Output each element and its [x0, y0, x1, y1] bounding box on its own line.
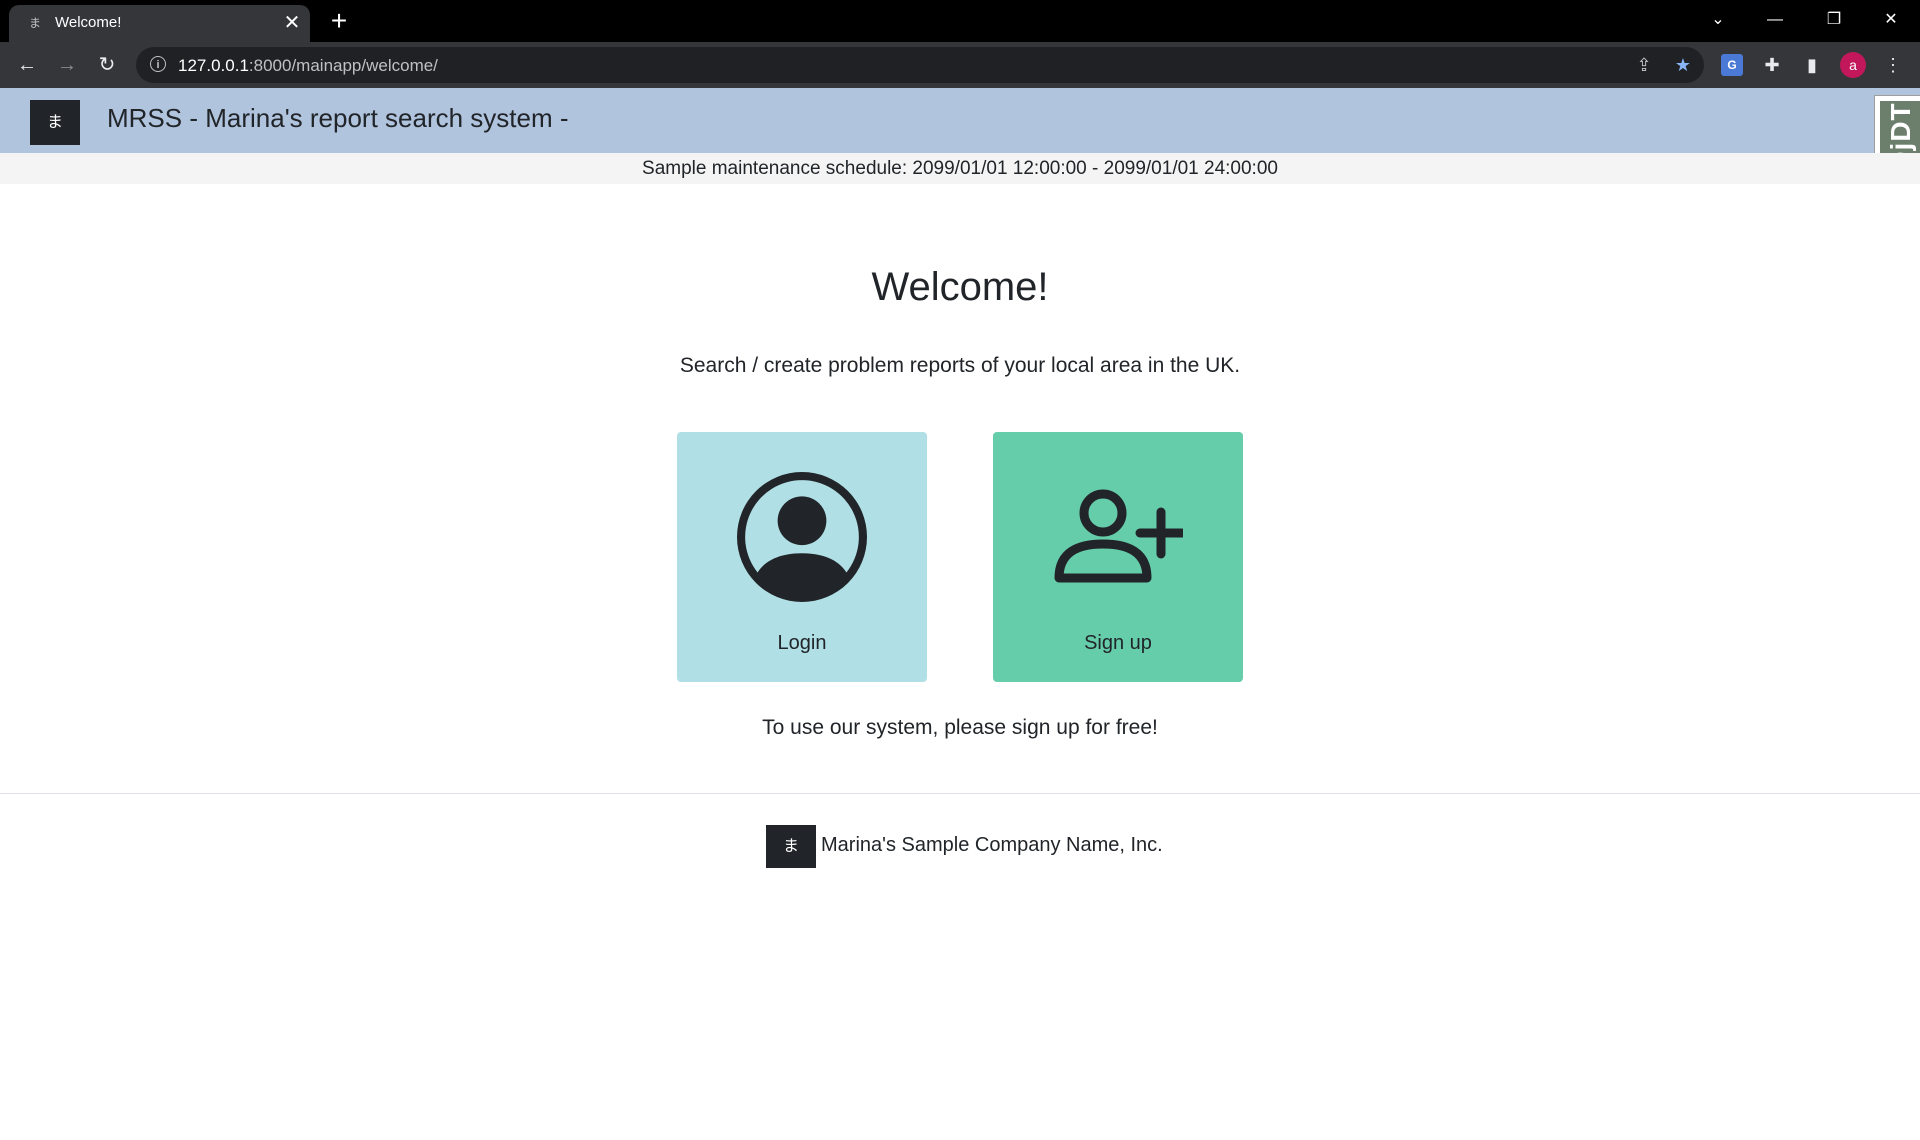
footer-company-name: Marina's Sample Company Name, Inc. — [821, 834, 1163, 856]
share-icon[interactable]: ⇪ — [1633, 54, 1655, 76]
maintenance-notice: Sample maintenance schedule: 2099/01/01 … — [0, 153, 1920, 184]
page-title: Welcome! — [871, 265, 1049, 309]
login-card-button[interactable]: Login — [677, 432, 927, 682]
brand-logo[interactable]: ま — [30, 100, 80, 145]
browser-tab[interactable]: ま Welcome! ✕ — [9, 5, 310, 42]
tab-title: Welcome! — [55, 14, 122, 31]
forward-icon[interactable]: → — [53, 51, 81, 79]
new-tab-icon[interactable]: + — [326, 7, 352, 35]
site-info-icon[interactable]: i — [150, 56, 166, 72]
site-title[interactable]: MRSS - Marina's report search system - — [107, 103, 569, 134]
login-label: Login — [777, 632, 827, 654]
profile-avatar[interactable]: a — [1840, 52, 1866, 78]
browser-tab-strip: ま Welcome! ✕ + ⌄ — ❐ ✕ — [0, 0, 1920, 42]
page-subtitle: Search / create problem reports of your … — [679, 354, 1241, 377]
site-header: ま MRSS - Marina's report search system - — [0, 88, 1920, 153]
tab-search-icon[interactable]: ⌄ — [1703, 6, 1733, 34]
footer-divider — [0, 793, 1920, 794]
address-bar[interactable]: i 127.0.0.1:8000/mainapp/welcome/ ⇪ ★ — [136, 47, 1704, 83]
browser-toolbar: ← → ↻ i 127.0.0.1:8000/mainapp/welcome/ … — [0, 42, 1920, 88]
signup-note: To use our system, please sign up for fr… — [762, 716, 1158, 739]
window-close-icon[interactable]: ✕ — [1876, 6, 1906, 34]
person-plus-icon — [1054, 489, 1183, 583]
translate-icon[interactable]: G — [1721, 54, 1743, 76]
bookmark-star-icon[interactable]: ★ — [1672, 54, 1694, 76]
address-url[interactable]: 127.0.0.1:8000/mainapp/welcome/ — [178, 56, 438, 76]
url-path: :8000/mainapp/welcome/ — [248, 56, 438, 75]
side-panel-icon[interactable]: ▮ — [1801, 54, 1823, 76]
reload-icon[interactable]: ↻ — [93, 51, 121, 79]
tab-close-icon[interactable]: ✕ — [282, 13, 302, 33]
back-icon[interactable]: ← — [13, 51, 41, 79]
browser-menu-icon[interactable]: ⋮ — [1882, 54, 1904, 76]
minimize-icon[interactable]: — — [1760, 6, 1790, 34]
person-circle-icon — [737, 472, 867, 602]
extensions-icon[interactable]: ✚ — [1761, 54, 1783, 76]
url-host: 127.0.0.1 — [178, 56, 249, 75]
tab-favicon-icon: ま — [28, 16, 41, 30]
signup-card-button[interactable]: Sign up — [993, 432, 1243, 682]
footer-logo: ま — [766, 825, 816, 868]
signup-label: Sign up — [1084, 632, 1152, 654]
restore-icon[interactable]: ❐ — [1819, 6, 1849, 34]
